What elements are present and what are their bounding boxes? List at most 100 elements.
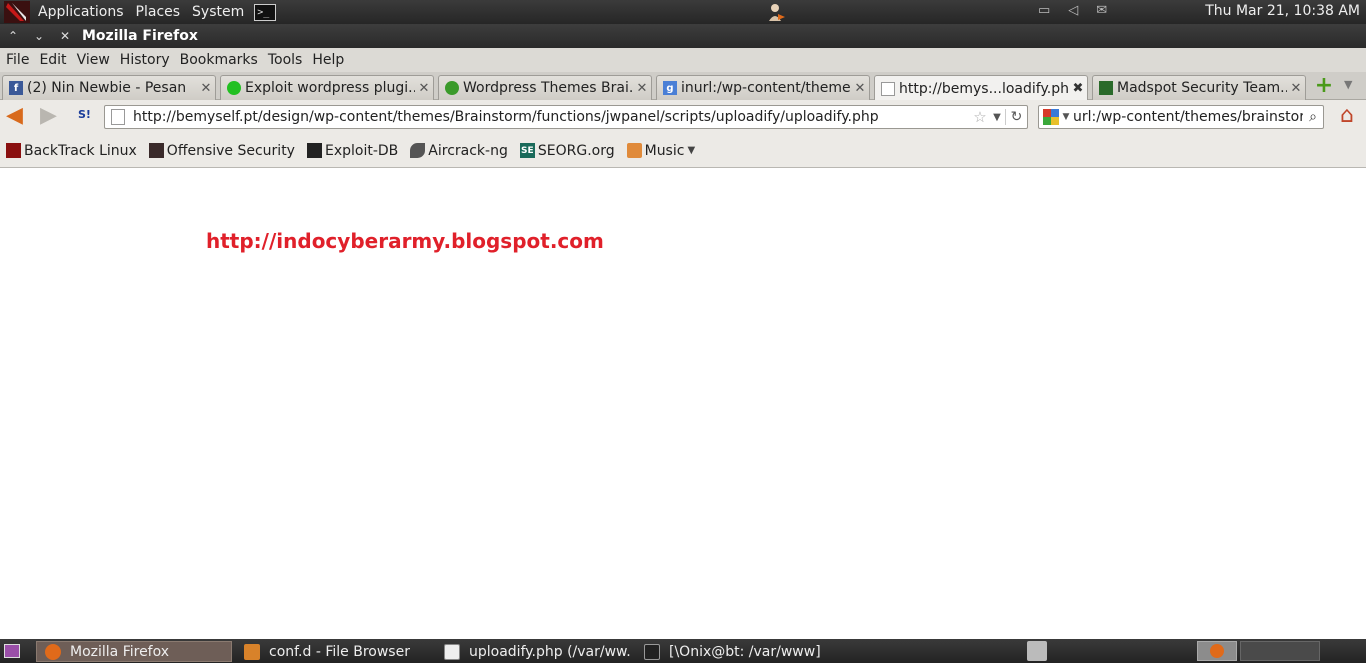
volume-icon[interactable]: ◁ xyxy=(1068,3,1078,18)
back-button[interactable]: ◀ xyxy=(6,105,30,128)
tab-label: http://bemys...loadify.php xyxy=(899,80,1069,97)
top-panel: Applications Places System >_ ▭ ◁ ✉ Thu … xyxy=(0,0,1366,24)
menu-history[interactable]: History xyxy=(114,52,174,68)
menu-file[interactable]: File xyxy=(0,52,33,68)
menu-tools[interactable]: Tools xyxy=(262,52,307,68)
show-desktop-icon[interactable] xyxy=(4,644,20,658)
close-tab-icon[interactable]: ✕ xyxy=(415,81,433,96)
tab-wordpress-themes[interactable]: Wordpress Themes Brai... ✕ xyxy=(438,75,652,100)
tab-bar: f (2) Nin Newbie - Pesan ✕ Exploit wordp… xyxy=(0,72,1366,101)
taskbar-label: conf.d - File Browser xyxy=(269,643,410,660)
mail-icon[interactable]: ✉ xyxy=(1096,3,1107,18)
search-bar[interactable]: ▼ url:/wp-content/themes/brainstorm ⌕ xyxy=(1038,105,1324,129)
system-tray: ▭ ◁ ✉ xyxy=(1038,3,1107,18)
blog-url-text: http://indocyberarmy.blogspot.com xyxy=(206,229,604,253)
bookmark-label: Offensive Security xyxy=(166,142,295,159)
search-engine-dropdown-icon[interactable]: ▼ xyxy=(1059,112,1073,122)
bookmark-aircrack-ng[interactable]: Aircrack-ng xyxy=(410,143,508,159)
network-icon[interactable]: ▭ xyxy=(1038,3,1050,18)
madspot-icon xyxy=(1099,81,1113,95)
page-icon xyxy=(881,81,895,96)
taskbar-label: Mozilla Firefox xyxy=(70,643,170,660)
tab-label: (2) Nin Newbie - Pesan xyxy=(27,80,187,96)
tab-exploit-wordpress[interactable]: Exploit wordpress plugi... ✕ xyxy=(220,75,434,100)
tab-madspot[interactable]: Madspot Security Team... ✕ xyxy=(1092,75,1306,100)
applications-menu[interactable]: Applications xyxy=(34,4,128,20)
terminal-icon xyxy=(644,643,660,660)
bookmark-label: BackTrack Linux xyxy=(24,142,137,159)
reload-icon[interactable]: ↻ xyxy=(1005,109,1027,125)
maximize-icon[interactable]: ⌄ xyxy=(26,29,52,43)
search-input[interactable]: url:/wp-content/themes/brainstorm xyxy=(1073,109,1303,125)
menu-help[interactable]: Help xyxy=(306,52,348,68)
taskbar-label: uploadify.php (/var/ww... xyxy=(469,643,632,660)
tab-label: Wordpress Themes Brai... xyxy=(463,80,633,96)
skull-icon xyxy=(227,81,241,95)
minimize-icon[interactable]: ⌃ xyxy=(0,29,26,43)
backtrack-logo-icon[interactable] xyxy=(4,1,30,23)
new-tab-button[interactable]: + xyxy=(1312,75,1336,98)
taskbar-label: [\Onix@bt: /var/www] xyxy=(669,643,821,660)
user-icon[interactable] xyxy=(766,2,786,22)
exploitdb-icon xyxy=(306,143,322,158)
menu-bookmarks[interactable]: Bookmarks xyxy=(174,52,262,68)
bookmark-folder-music[interactable]: Music ▼ xyxy=(626,142,696,159)
terminal-launcher-icon[interactable]: >_ xyxy=(254,3,277,21)
tab-google-inurl[interactable]: g inurl:/wp-content/theme... ✕ xyxy=(656,75,870,100)
bookmark-label: Music xyxy=(644,142,685,159)
workspace-switcher-2[interactable] xyxy=(1240,641,1320,661)
bookmark-label: SEORG.org xyxy=(537,142,615,159)
page-content: http://indocyberarmy.blogspot.com xyxy=(0,168,1366,639)
taskbar-item-terminal[interactable]: [\Onix@bt: /var/www] xyxy=(636,641,832,662)
bookmark-backtrack-linux[interactable]: BackTrack Linux xyxy=(6,143,137,159)
firefox-icon xyxy=(1210,644,1224,658)
chevron-down-icon: ▼ xyxy=(687,145,696,156)
folder-icon xyxy=(626,143,642,158)
taskbar-item-firefox[interactable]: Mozilla Firefox xyxy=(36,641,232,662)
forward-button[interactable]: ▶ xyxy=(40,105,64,128)
url-bar[interactable]: http://bemyself.pt/design/wp-content/the… xyxy=(104,105,1028,129)
bookmark-offensive-security[interactable]: Offensive Security xyxy=(148,142,295,159)
close-icon[interactable]: ✕ xyxy=(52,29,78,43)
tab-facebook[interactable]: f (2) Nin Newbie - Pesan ✕ xyxy=(2,75,216,100)
bookmark-star-icon[interactable]: ☆ xyxy=(971,108,989,126)
backtrack-icon xyxy=(6,143,21,158)
menu-edit[interactable]: Edit xyxy=(33,52,70,68)
url-dropdown-icon[interactable]: ▼ xyxy=(989,112,1005,123)
bottom-panel: Mozilla Firefox conf.d - File Browser up… xyxy=(0,639,1366,663)
facebook-icon: f xyxy=(9,81,23,95)
taskbar-item-text-editor[interactable]: uploadify.php (/var/ww... xyxy=(436,641,632,662)
aircrack-icon xyxy=(410,143,426,158)
close-tab-icon[interactable]: ✕ xyxy=(197,81,215,96)
home-icon[interactable]: ⌂ xyxy=(1334,105,1360,129)
url-text[interactable]: http://bemyself.pt/design/wp-content/the… xyxy=(133,109,971,125)
bookmark-exploit-db[interactable]: Exploit-DB xyxy=(306,142,399,159)
bookmark-seorg[interactable]: SE SEORG.org xyxy=(519,142,615,159)
seorg-icon: SE xyxy=(519,143,535,158)
search-icon[interactable]: ⌕ xyxy=(1303,109,1323,125)
menu-view[interactable]: View xyxy=(71,52,114,68)
window-title: Mozilla Firefox xyxy=(82,28,198,44)
bookmark-label: Exploit-DB xyxy=(324,142,399,159)
close-tab-icon[interactable]: ✕ xyxy=(851,81,869,96)
close-tab-icon[interactable]: ✕ xyxy=(1287,81,1305,96)
site-icon-addon[interactable]: S! xyxy=(78,108,98,126)
firefox-icon xyxy=(45,643,61,660)
green-dot-icon xyxy=(445,81,459,95)
system-menu[interactable]: System xyxy=(188,4,248,20)
google-search-engine-icon[interactable] xyxy=(1043,109,1059,125)
workspace-switcher-1[interactable] xyxy=(1197,641,1237,661)
places-menu[interactable]: Places xyxy=(132,4,185,20)
trash-icon[interactable] xyxy=(1027,641,1047,661)
close-tab-icon[interactable]: ✖ xyxy=(1069,81,1087,96)
clock[interactable]: Thu Mar 21, 10:38 AM xyxy=(1205,3,1360,19)
bookmarks-toolbar: BackTrack Linux Offensive Security Explo… xyxy=(0,134,1366,168)
navigation-bar: ◀ ▶ S! http://bemyself.pt/design/wp-cont… xyxy=(0,100,1366,134)
list-all-tabs-icon[interactable]: ▼ xyxy=(1344,78,1352,91)
close-tab-icon[interactable]: ✕ xyxy=(633,81,651,96)
tab-label: Madspot Security Team... xyxy=(1117,80,1287,96)
menu-bar: File Edit View History Bookmarks Tools H… xyxy=(0,48,1366,72)
window-titlebar[interactable]: ⌃ ⌄ ✕ Mozilla Firefox xyxy=(0,24,1366,48)
tab-uploadify-active[interactable]: http://bemys...loadify.php ✖ xyxy=(874,75,1088,101)
taskbar-item-file-browser[interactable]: conf.d - File Browser xyxy=(236,641,432,662)
